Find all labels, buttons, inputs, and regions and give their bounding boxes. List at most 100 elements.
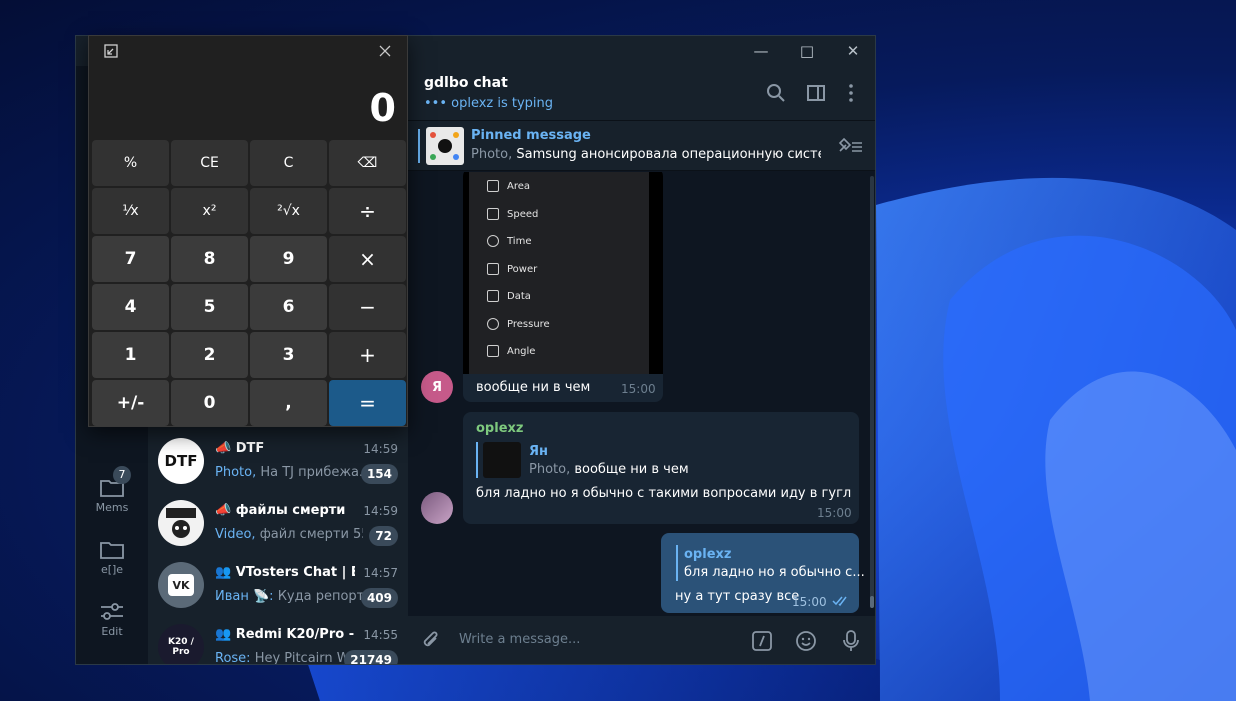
avatar: K20 / Pro [158, 624, 204, 664]
more-menu-icon[interactable] [840, 82, 862, 104]
message-bubble[interactable]: Area Speed Time Power Data Pressure Angl… [463, 172, 663, 402]
chat-name: 👥 Redmi K20/Pro - P... [215, 627, 355, 642]
two-key[interactable]: 2 [171, 332, 248, 378]
reciprocal-key[interactable]: ¹⁄x [92, 188, 169, 234]
equals-key[interactable]: = [329, 380, 406, 426]
minimize-icon[interactable]: — [738, 36, 784, 66]
chat-preview: Иван 📡: Куда репорт... [215, 589, 363, 604]
chat-item-dtf[interactable]: DTF 📣 DTF 14:59 Photo, На TJ прибежа... … [148, 430, 408, 492]
chat-time: 14:55 [363, 628, 398, 642]
reply-author: Ян [529, 444, 548, 459]
clear-key[interactable]: C [250, 140, 327, 186]
percent-key[interactable]: % [92, 140, 169, 186]
chat-time: 14:59 [363, 504, 398, 518]
eight-key[interactable]: 8 [171, 236, 248, 282]
photo-menu-item: Data [487, 290, 531, 302]
reply-accent-bar [476, 442, 478, 478]
avatar-logo: VK [168, 574, 194, 596]
divide-key[interactable]: ÷ [329, 188, 406, 234]
pinned-list-icon[interactable] [836, 135, 864, 157]
calculator-display: 0 [369, 86, 396, 130]
chat-name: 📣 файлы смерти [215, 503, 346, 518]
four-key[interactable]: 4 [92, 284, 169, 330]
message-bubble[interactable]: oplexz Ян Photo, вообще ни в чем бля лад… [463, 412, 859, 524]
nine-key[interactable]: 9 [250, 236, 327, 282]
outgoing-message-bubble[interactable]: oplexz бля ладно но я обычно с... ну а т… [661, 533, 865, 613]
edit-folders-button[interactable]: Edit [76, 590, 148, 650]
photo-menu-item: Time [487, 235, 531, 247]
sidebar-toggle-icon[interactable] [805, 82, 827, 104]
add-key[interactable]: + [329, 332, 406, 378]
photo-screen: Area Speed Time Power Data Pressure Angl… [469, 172, 649, 374]
chat-name: 📣 DTF [215, 441, 265, 456]
message-input[interactable]: Write a message... [459, 632, 580, 647]
double-check-icon [832, 596, 847, 607]
keep-on-top-icon[interactable] [104, 44, 118, 58]
unread-count-badge: 154 [360, 464, 398, 484]
reply-preview: Photo, вообще ни в чем [529, 462, 689, 477]
chat-panel: gdlbo chat ••• oplexz is typing Pinned m… [408, 66, 875, 664]
decimal-key[interactable]: , [250, 380, 327, 426]
chat-header[interactable]: gdlbo chat ••• oplexz is typing [408, 66, 875, 121]
negate-key[interactable]: +/- [92, 380, 169, 426]
scrollbar-thumb[interactable] [870, 596, 874, 608]
photo-menu-item: Area [487, 180, 530, 192]
avatar[interactable]: Я [421, 371, 453, 403]
microphone-icon[interactable] [840, 629, 862, 653]
chat-item-redmi[interactable]: K20 / Pro 👥 Redmi K20/Pro - P... 14:55 R… [148, 616, 408, 665]
folder-unread-badge: 7 [113, 466, 131, 484]
subtract-key[interactable]: − [329, 284, 406, 330]
five-key[interactable]: 5 [171, 284, 248, 330]
folder-icon [100, 542, 124, 559]
zero-key[interactable]: 0 [171, 380, 248, 426]
message-time: 15:00 [792, 595, 827, 609]
square-root-key[interactable]: ²√x [250, 188, 327, 234]
reply-accent-bar [676, 545, 678, 581]
emoji-icon[interactable] [795, 630, 817, 652]
seven-key[interactable]: 7 [92, 236, 169, 282]
folder-label: e[]e [100, 563, 124, 576]
multiply-key[interactable]: × [329, 236, 406, 282]
message-scrollbar[interactable] [870, 176, 874, 606]
one-key[interactable]: 1 [92, 332, 169, 378]
clear-entry-key[interactable]: CE [171, 140, 248, 186]
pinned-title: Pinned message [471, 128, 591, 143]
typing-status: ••• oplexz is typing [424, 96, 554, 111]
chat-preview: Photo, На TJ прибежа... [215, 465, 363, 480]
avatar: DTF [158, 438, 204, 484]
unread-count-badge: 21749 [344, 650, 398, 664]
message-time: 15:00 [817, 506, 852, 520]
folder-ee[interactable]: e[]e [76, 528, 148, 588]
chat-item-vtosters[interactable]: VK 👥 VTosters Chat | B... 14:57 Иван 📡: … [148, 554, 408, 616]
photo-menu-item: Speed [487, 208, 538, 220]
pinned-preview: Photo, Samsung анонсировала операционную… [471, 147, 821, 162]
square-key[interactable]: x² [171, 188, 248, 234]
unread-count-badge: 72 [369, 526, 398, 546]
chat-preview: Rose: Hey Pitcairn W... [215, 651, 361, 665]
message-history: Area Speed Time Power Data Pressure Angl… [408, 172, 875, 616]
folder-mems[interactable]: Mems 7 [76, 466, 148, 526]
message-text: вообще ни в чем [476, 380, 591, 395]
reply-preview: бля ладно но я обычно с... [684, 565, 865, 580]
avatar[interactable] [421, 492, 453, 524]
chat-title: gdlbo chat [424, 75, 508, 91]
attach-icon[interactable] [420, 630, 442, 652]
six-key[interactable]: 6 [250, 284, 327, 330]
message-text: ну а тут сразу все [675, 589, 800, 604]
chat-name: 👥 VTosters Chat | B... [215, 565, 355, 580]
chat-item-files[interactable]: 📣 файлы смерти 14:59 Video, файл смерти … [148, 492, 408, 554]
maximize-icon[interactable]: □ [784, 36, 830, 66]
reply-thumbnail [483, 442, 521, 478]
message-photo[interactable]: Area Speed Time Power Data Pressure Angl… [463, 172, 663, 374]
message-time: 15:00 [621, 382, 656, 396]
pinned-message-bar[interactable]: Pinned message Photo, Samsung анонсирова… [408, 121, 875, 171]
bot-commands-icon[interactable] [751, 630, 773, 652]
three-key[interactable]: 3 [250, 332, 327, 378]
close-window-icon[interactable]: ✕ [830, 36, 875, 66]
close-icon[interactable] [378, 44, 392, 58]
reply-author: oplexz [684, 547, 732, 562]
backspace-key[interactable]: ⌫ [329, 140, 406, 186]
chat-time: 14:59 [363, 442, 398, 456]
search-icon[interactable] [765, 82, 787, 104]
skull-logo-icon [166, 508, 196, 538]
